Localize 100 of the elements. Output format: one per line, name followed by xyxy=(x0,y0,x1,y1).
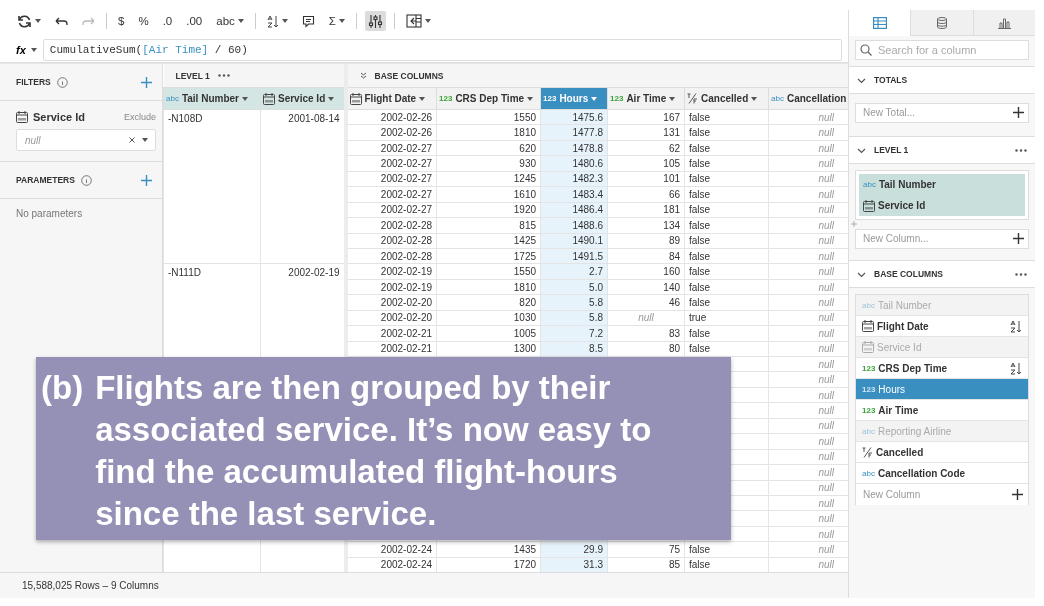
table-cell: 62 xyxy=(607,140,685,156)
table-cell: false xyxy=(684,155,769,172)
function-button[interactable]: fx xyxy=(16,44,37,56)
sort-icon[interactable] xyxy=(1010,361,1022,375)
toolbar-button[interactable]: .0 xyxy=(159,11,176,31)
table-cell: 1550 xyxy=(436,109,541,125)
table-cell: 2002-02-27 xyxy=(345,171,437,187)
table-cell: false xyxy=(684,325,769,342)
column-header[interactable]: abc Tail Number xyxy=(163,87,261,110)
panel-title: FILTERS xyxy=(16,77,51,87)
table-cell: 2002-02-27 xyxy=(345,140,437,156)
more-icon[interactable] xyxy=(217,74,230,77)
exclude-link[interactable]: Exclude xyxy=(123,112,156,122)
sort-icon[interactable] xyxy=(1010,319,1022,333)
table-icon xyxy=(872,16,887,29)
new-column-field[interactable]: New Total... xyxy=(855,102,1029,123)
section-title: LEVEL 1 xyxy=(874,145,910,155)
column-item[interactable]: abc Tail Number xyxy=(859,174,1025,195)
table-cell: 1425 xyxy=(436,233,541,249)
search-field[interactable]: Search for a column xyxy=(855,40,1029,60)
toolbar-button[interactable]: $ xyxy=(115,11,128,31)
boolean-icon xyxy=(687,93,698,104)
table-cell: false xyxy=(684,171,769,187)
clear-icon[interactable] xyxy=(129,137,135,143)
caret-icon xyxy=(338,19,345,23)
table-cell: 2001-08-14 xyxy=(260,109,346,264)
table-cell: false xyxy=(684,109,769,125)
caret-icon xyxy=(241,96,248,101)
table-cell: 1300 xyxy=(436,341,541,357)
caret-icon xyxy=(142,138,148,142)
caret-icon xyxy=(237,19,244,23)
plus-icon[interactable] xyxy=(1012,488,1023,500)
panel-tab[interactable] xyxy=(910,10,973,36)
table-cell: 89 xyxy=(607,233,685,249)
table-cell: 2002-02-21 xyxy=(345,341,437,357)
table-cell: 167 xyxy=(607,109,685,125)
empty-message: No parameters xyxy=(15,207,84,221)
section-title: LEVEL 1 xyxy=(175,70,210,81)
caret-icon xyxy=(751,96,758,101)
table-cell: 1005 xyxy=(436,325,541,342)
table-cell: false xyxy=(684,186,769,203)
calendar-icon xyxy=(263,92,275,105)
table-cell: false xyxy=(684,248,769,264)
toolbar-button[interactable]: Σ xyxy=(325,11,348,31)
more-icon[interactable] xyxy=(1015,272,1027,276)
table-cell: 83 xyxy=(607,325,685,342)
table-cell: 1435 xyxy=(436,541,541,558)
calendar-icon xyxy=(862,341,874,353)
table-cell: 160 xyxy=(607,263,685,280)
table-cell: false xyxy=(684,541,769,558)
comment-icon xyxy=(301,14,315,28)
table-cell: false xyxy=(684,233,769,249)
table-cell: 2002-02-27 xyxy=(345,155,437,172)
table-cell: 1810 xyxy=(436,124,541,141)
table-cell: false xyxy=(684,279,769,295)
status-text: 15,588,025 Rows – 9 Columns xyxy=(0,572,848,598)
table-cell: 2002-02-27 xyxy=(345,186,437,203)
caret-icon xyxy=(591,96,598,101)
sort-icon[interactable] xyxy=(266,14,279,28)
table-cell: 2002-02-26 xyxy=(345,124,437,141)
plus-icon[interactable] xyxy=(1013,106,1024,118)
panel-title: PARAMETERS xyxy=(16,175,75,185)
sliders-icon xyxy=(367,13,383,29)
toolbar-button[interactable]: .00 xyxy=(183,11,206,31)
table-cell: true xyxy=(684,310,769,326)
column-item[interactable]: 123 Hours xyxy=(856,379,1028,400)
more-icon[interactable] xyxy=(1015,148,1027,152)
table-cell: 2002-02-28 xyxy=(345,217,437,233)
table-cell: -N108D xyxy=(163,109,261,264)
collapse-icon[interactable] xyxy=(359,72,367,79)
caret-icon xyxy=(30,48,37,52)
table-cell: false xyxy=(684,124,769,141)
caption-letter: (b) xyxy=(41,368,84,408)
section-title: BASE COLUMNS xyxy=(374,70,444,81)
table-cell: 2002-02-26 xyxy=(345,109,437,125)
calendar-icon xyxy=(862,320,874,332)
caret-icon xyxy=(527,96,534,101)
formula-field[interactable]: CumulativeSum([Air Time] / 60) xyxy=(42,39,842,61)
table-cell: 2002-02-24 xyxy=(345,541,437,558)
caret-icon xyxy=(419,96,426,101)
toolbar-button[interactable]: % xyxy=(135,11,152,31)
new-column-field[interactable]: New Column... xyxy=(855,228,1029,249)
table-cell: 181 xyxy=(607,202,685,218)
table-cell: 1920 xyxy=(436,202,541,218)
filter-label: Service Id xyxy=(33,111,86,123)
toolbar-button[interactable] xyxy=(364,11,386,31)
table-cell: 140 xyxy=(607,279,685,295)
refresh-icon xyxy=(17,13,32,29)
plus-icon[interactable] xyxy=(1013,232,1024,244)
table-cell: 80 xyxy=(607,341,685,357)
caret-icon xyxy=(281,19,288,23)
filter-field[interactable]: null xyxy=(16,129,156,151)
table-cell: 1245 xyxy=(436,171,541,187)
caret-icon xyxy=(328,96,335,101)
database-icon xyxy=(937,16,947,29)
table-cell: false xyxy=(684,263,769,280)
column-item[interactable]: Service Id xyxy=(859,195,1025,216)
panel-tab[interactable] xyxy=(972,10,1035,36)
redo-icon xyxy=(82,16,95,26)
toolbar-button[interactable]: abc xyxy=(213,11,247,31)
